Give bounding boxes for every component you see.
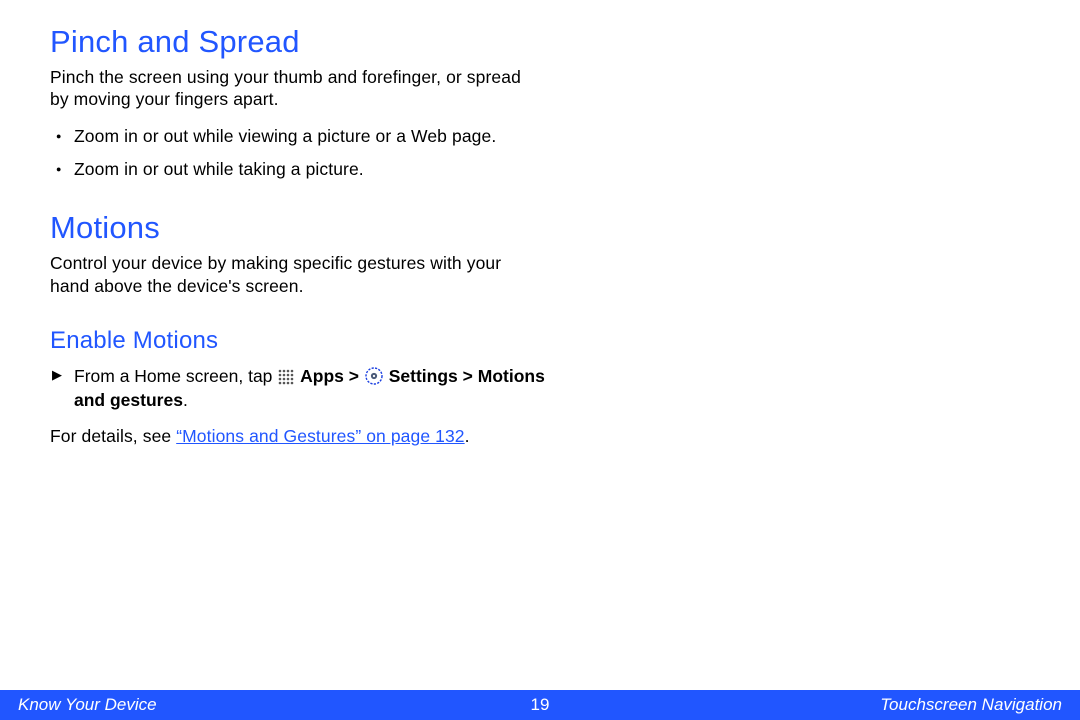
pinch-bullet-1: Zoom in or out while viewing a picture o… — [50, 125, 520, 148]
apps-grid-icon — [278, 369, 294, 385]
pinch-bullet-list: Zoom in or out while viewing a picture o… — [50, 125, 520, 181]
footer-left: Know Your Device — [18, 695, 157, 715]
settings-label: Settings — [389, 366, 458, 386]
enable-motions-step: From a Home screen, tap Apps > — [50, 365, 564, 412]
section-pinch-and-spread: Pinch and Spread Pinch the screen using … — [50, 24, 1030, 180]
apps-label: Apps — [300, 366, 344, 386]
heading-enable-motions: Enable Motions — [50, 327, 1030, 355]
section-motions: Motions Control your device by making sp… — [50, 210, 1030, 297]
step-prefix: From a Home screen, tap — [74, 366, 277, 386]
motions-gestures-link[interactable]: “Motions and Gestures” on page 132 — [176, 426, 464, 446]
step-period: . — [183, 390, 188, 410]
footer-right: Touchscreen Navigation — [880, 695, 1062, 715]
pinch-bullet-2: Zoom in or out while taking a picture. — [50, 158, 520, 181]
section-enable-motions: Enable Motions From a Home screen, tap A… — [50, 327, 1030, 447]
details-line: For details, see “Motions and Gestures” … — [50, 426, 570, 447]
heading-motions: Motions — [50, 210, 1030, 246]
heading-pinch-and-spread: Pinch and Spread — [50, 24, 1030, 60]
motions-intro-text: Control your device by making specific g… — [50, 252, 540, 297]
separator-1: > — [349, 366, 364, 386]
details-prefix: For details, see — [50, 426, 176, 446]
details-period: . — [465, 426, 470, 446]
separator-2: > — [463, 366, 478, 386]
pinch-intro-text: Pinch the screen using your thumb and fo… — [50, 66, 540, 111]
settings-gear-icon — [365, 367, 383, 385]
page: Pinch and Spread Pinch the screen using … — [0, 0, 1080, 720]
page-footer: Know Your Device 19 Touchscreen Navigati… — [0, 690, 1080, 720]
footer-page-number: 19 — [531, 695, 550, 715]
